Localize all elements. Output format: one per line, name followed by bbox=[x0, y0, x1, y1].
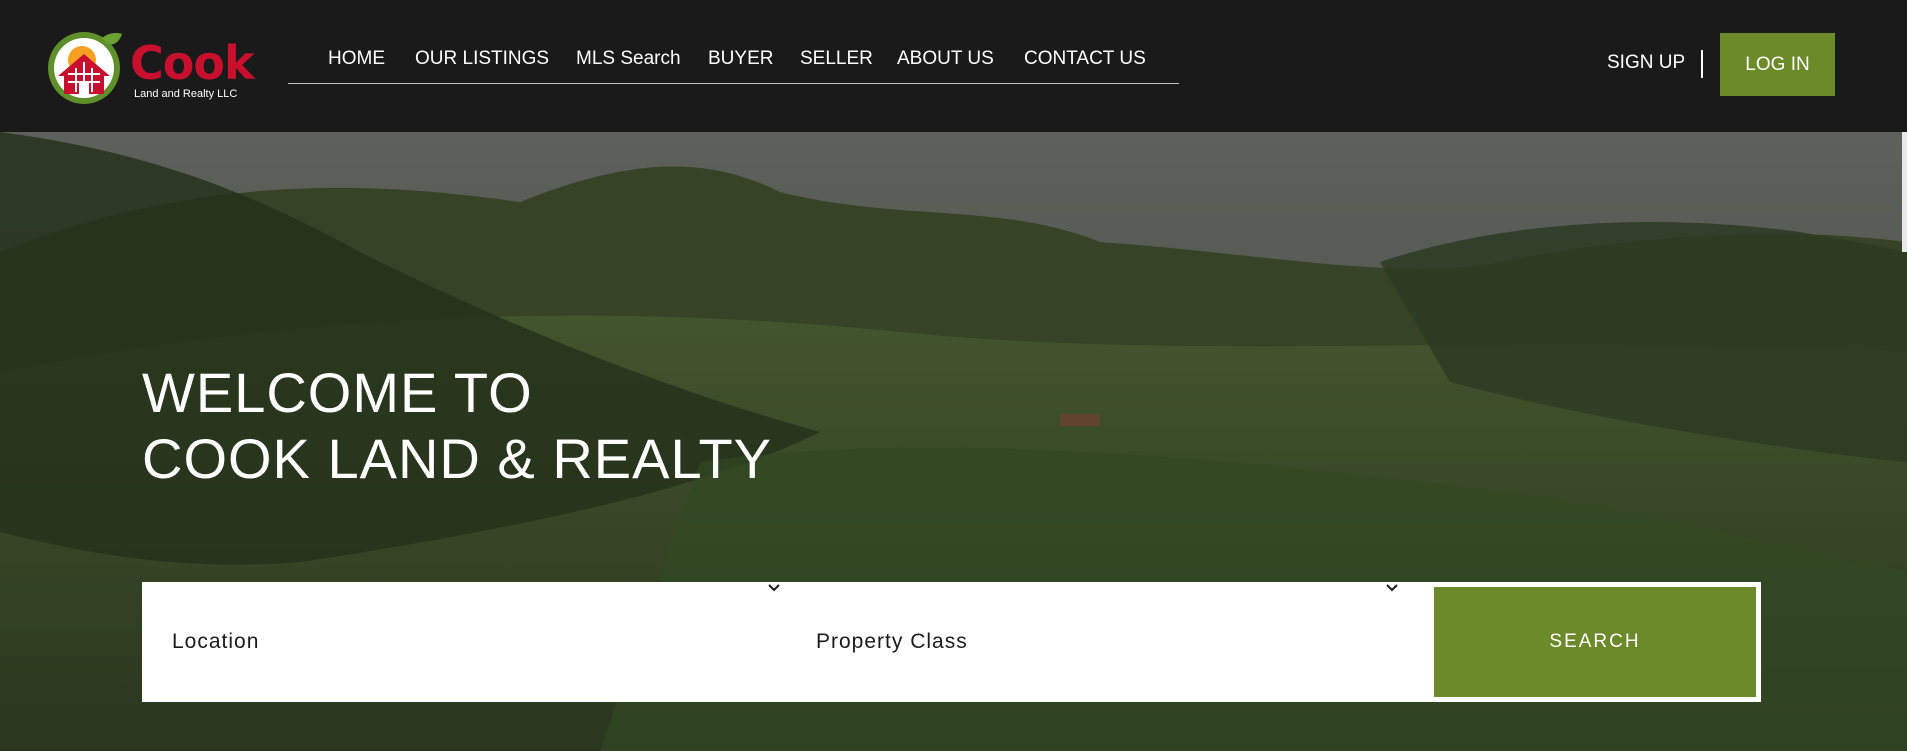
log-in-button[interactable]: LOG IN bbox=[1720, 33, 1835, 96]
nav-item-mls-search[interactable]: MLS Search bbox=[576, 48, 681, 70]
auth-divider bbox=[1701, 50, 1703, 78]
house-logo-icon bbox=[48, 32, 122, 104]
chevron-down-icon bbox=[1386, 584, 1398, 592]
logo-wordmark: Cook bbox=[130, 36, 255, 90]
hero-heading: WELCOME TO COOK LAND & REALTY bbox=[142, 360, 772, 492]
hero-heading-line-2: COOK LAND & REALTY bbox=[142, 427, 773, 490]
nav-item-home[interactable]: HOME bbox=[328, 48, 385, 70]
nav-item-seller[interactable]: SELLER bbox=[800, 48, 873, 70]
nav-item-buyer[interactable]: BUYER bbox=[708, 48, 773, 70]
location-select[interactable]: Location bbox=[172, 582, 792, 702]
nav-item-our-listings[interactable]: OUR LISTINGS bbox=[415, 48, 549, 70]
sign-up-link[interactable]: SIGN UP bbox=[1607, 52, 1685, 74]
logo-subtitle: Land and Realty LLC bbox=[134, 88, 238, 100]
hero-section: WELCOME TO COOK LAND & REALTY Location P… bbox=[0, 132, 1907, 751]
search-button[interactable]: SEARCH bbox=[1434, 587, 1756, 697]
property-class-select[interactable]: Property Class bbox=[816, 582, 1416, 702]
main-navigation: HOME OUR LISTINGS MLS Search BUYER SELLE… bbox=[288, 38, 1179, 84]
nav-item-contact-us[interactable]: CONTACT US bbox=[1024, 48, 1146, 70]
chevron-down-icon bbox=[768, 584, 780, 592]
company-logo[interactable]: Cook Land and Realty LLC bbox=[46, 22, 255, 110]
nav-item-about-us[interactable]: ABOUT US bbox=[897, 48, 994, 70]
page-scrollbar[interactable] bbox=[1902, 132, 1907, 252]
property-class-select-value: Property Class bbox=[816, 630, 968, 653]
property-search-bar: Location Property Class SEARCH bbox=[142, 582, 1761, 702]
hero-heading-line-1: WELCOME TO bbox=[142, 361, 533, 424]
site-header: Cook Land and Realty LLC HOME OUR LISTIN… bbox=[0, 0, 1907, 132]
location-select-value: Location bbox=[172, 630, 260, 653]
